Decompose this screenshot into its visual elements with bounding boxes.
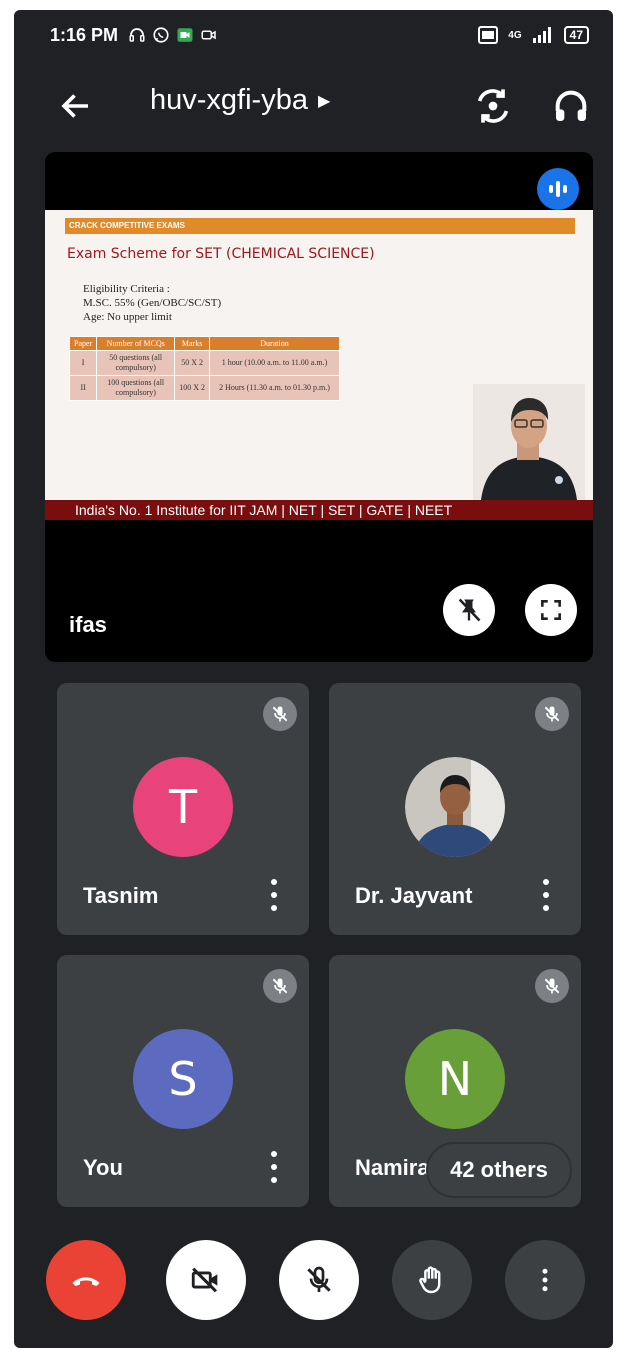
shared-slide: CRACK COMPETITIVE EXAMS Exam Scheme for …	[45, 210, 593, 520]
participant-tile-dr-jayvant[interactable]: Dr. Jayvant	[329, 683, 581, 935]
switch-camera-icon[interactable]	[473, 86, 513, 126]
muted-mic-icon	[263, 969, 297, 1003]
status-time: 1:16 PM	[50, 24, 119, 45]
fullscreen-button[interactable]	[525, 584, 577, 636]
fullscreen-icon	[541, 600, 561, 620]
unpin-icon	[458, 598, 481, 622]
slide-table: Paper Number of MCQs Marks Duration I 50…	[68, 336, 340, 401]
muted-mic-icon	[263, 697, 297, 731]
table-row: I 50 questions (all compulsory) 50 X 2 1…	[68, 350, 340, 376]
participant-name: Tasnim	[83, 883, 159, 908]
more-options-icon[interactable]	[541, 879, 551, 911]
status-bar: 1:16 PM 4G 47	[14, 10, 613, 60]
phone-screen: 1:16 PM 4G 47 huv-xgfi-yba ▶ CRACK COMPE…	[14, 10, 613, 1348]
meeting-code-button[interactable]: huv-xgfi-yba ▶	[150, 84, 330, 117]
mic-off-icon	[307, 1266, 331, 1292]
audio-output-icon[interactable]	[551, 86, 591, 126]
muted-mic-icon	[535, 969, 569, 1003]
slide-band: CRACK COMPETITIVE EXAMS	[65, 218, 575, 234]
avatar: T	[133, 757, 233, 857]
volte-icon	[478, 26, 499, 44]
more-options-icon[interactable]	[269, 1151, 279, 1183]
video-status-icon	[201, 30, 216, 40]
battery-indicator: 47	[563, 26, 589, 44]
raise-hand-icon	[419, 1266, 441, 1294]
more-vert-icon	[542, 1268, 548, 1292]
end-call-button[interactable]	[46, 1240, 126, 1320]
headphones-status-icon	[129, 28, 145, 42]
avatar: S	[133, 1029, 233, 1129]
more-options-button[interactable]	[505, 1240, 585, 1320]
camera-toggle-button[interactable]	[166, 1240, 246, 1320]
caret-right-icon: ▶	[317, 92, 331, 110]
meeting-code: huv-xgfi-yba	[150, 84, 308, 116]
slide-footer: India's No. 1 Institute for IIT JAM | NE…	[45, 500, 593, 520]
presentation-tile[interactable]: CRACK COMPETITIVE EXAMS Exam Scheme for …	[45, 152, 593, 662]
table-row: II 100 questions (all compulsory) 100 X …	[68, 375, 340, 401]
call-header: huv-xgfi-yba ▶	[14, 76, 613, 136]
whatsapp-icon	[153, 27, 169, 43]
meet-app-icon	[177, 28, 193, 42]
presenter-video	[473, 384, 585, 500]
presenter-name: ifas	[69, 612, 107, 637]
avatar-photo	[405, 757, 505, 857]
network-type: 4G	[508, 29, 522, 41]
more-options-icon[interactable]	[269, 879, 279, 911]
mic-toggle-button[interactable]	[279, 1240, 359, 1320]
participant-name: Dr. Jayvant	[355, 883, 473, 908]
slide-criteria: Eligibility Criteria : M.SC. 55% (Gen/OB…	[83, 283, 222, 323]
participant-tile-tasnim[interactable]: T Tasnim	[57, 683, 309, 935]
unpin-button[interactable]	[443, 584, 495, 636]
hang-up-icon	[72, 1277, 100, 1286]
signal-icon	[532, 27, 551, 43]
back-arrow-icon[interactable]	[58, 88, 94, 124]
muted-mic-icon	[535, 697, 569, 731]
slide-heading: Exam Scheme for SET (CHEMICAL SCIENCE)	[67, 246, 375, 262]
camera-off-icon	[191, 1267, 218, 1293]
avatar: N	[405, 1029, 505, 1129]
participant-name: You	[83, 1155, 123, 1180]
speaking-indicator-icon	[537, 168, 579, 210]
participant-tile-you[interactable]: S You	[57, 955, 309, 1207]
raise-hand-button[interactable]	[392, 1240, 472, 1320]
others-count-button[interactable]: 42 others	[428, 1144, 570, 1196]
participant-name: Namira	[355, 1155, 430, 1180]
